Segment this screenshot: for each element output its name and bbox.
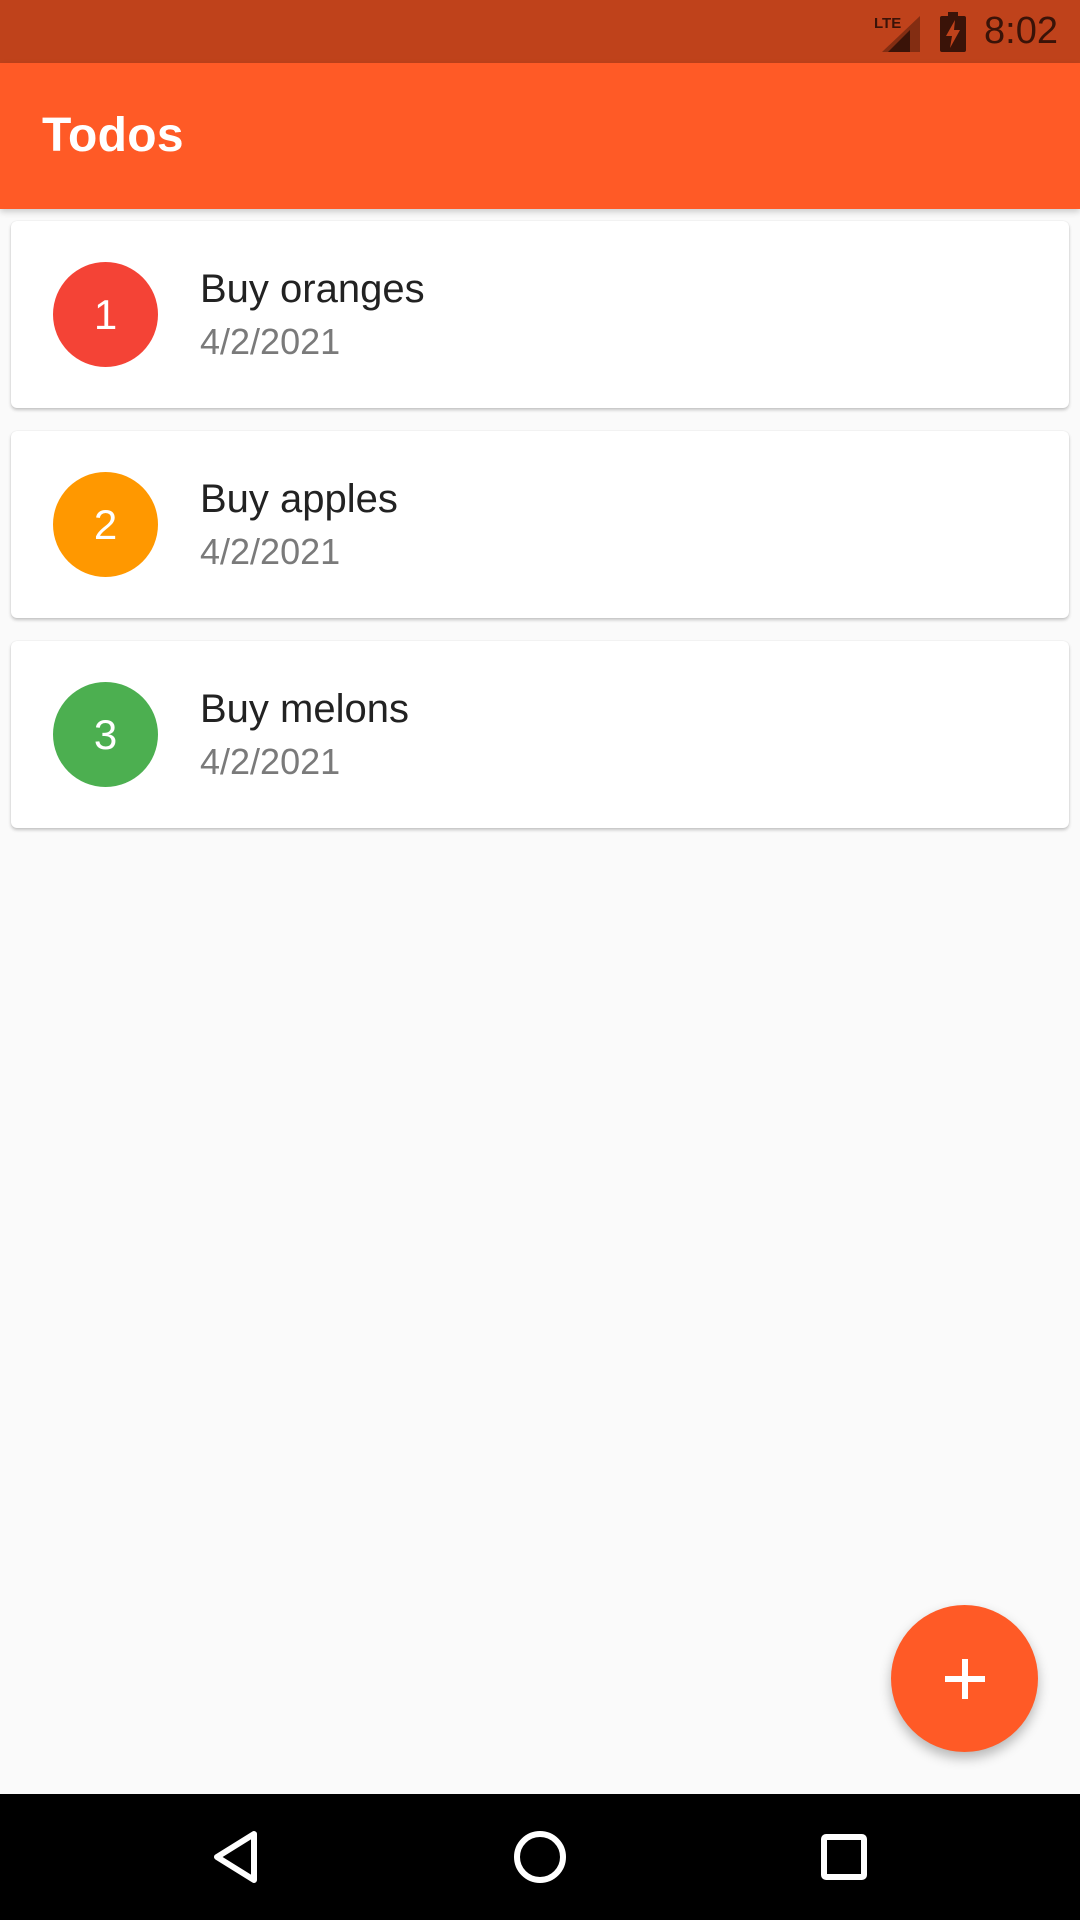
status-icons: LTE 8:02 xyxy=(874,0,1058,63)
plus-icon xyxy=(944,1658,985,1699)
todo-title: Buy melons xyxy=(200,687,409,731)
todo-title: Buy oranges xyxy=(200,267,425,311)
status-time: 8:02 xyxy=(984,10,1058,52)
todo-number-avatar: 3 xyxy=(53,682,158,787)
todo-date: 4/2/2021 xyxy=(200,531,341,572)
add-todo-button[interactable] xyxy=(891,1605,1038,1752)
battery-charging-icon xyxy=(940,11,967,52)
todo-date: 4/2/2021 xyxy=(200,321,341,362)
todo-list: 1 Buy oranges 4/2/2021 2 Buy apples 4/2/… xyxy=(11,221,1069,851)
home-circle-icon xyxy=(514,1831,566,1883)
todo-number-avatar: 2 xyxy=(53,472,158,577)
app-bar: Todos xyxy=(0,63,1080,209)
recents-square-icon xyxy=(821,1834,867,1880)
back-triangle-icon xyxy=(214,1831,257,1883)
network-type-label: LTE xyxy=(874,15,901,32)
todo-item[interactable]: 1 Buy oranges 4/2/2021 xyxy=(11,221,1069,408)
recents-button[interactable] xyxy=(784,1794,904,1920)
todo-date: 4/2/2021 xyxy=(200,741,341,782)
status-bar: LTE 8:02 xyxy=(0,0,1080,63)
todo-number-avatar: 1 xyxy=(53,262,158,367)
app-title: Todos xyxy=(42,109,184,162)
back-button[interactable] xyxy=(176,1794,296,1920)
todo-title: Buy apples xyxy=(200,477,398,521)
todo-item[interactable]: 2 Buy apples 4/2/2021 xyxy=(11,431,1069,618)
home-button[interactable] xyxy=(480,1794,600,1920)
system-nav-bar xyxy=(0,1794,1080,1920)
lte-signal-icon: LTE xyxy=(874,10,922,54)
todo-item[interactable]: 3 Buy melons 4/2/2021 xyxy=(11,641,1069,828)
